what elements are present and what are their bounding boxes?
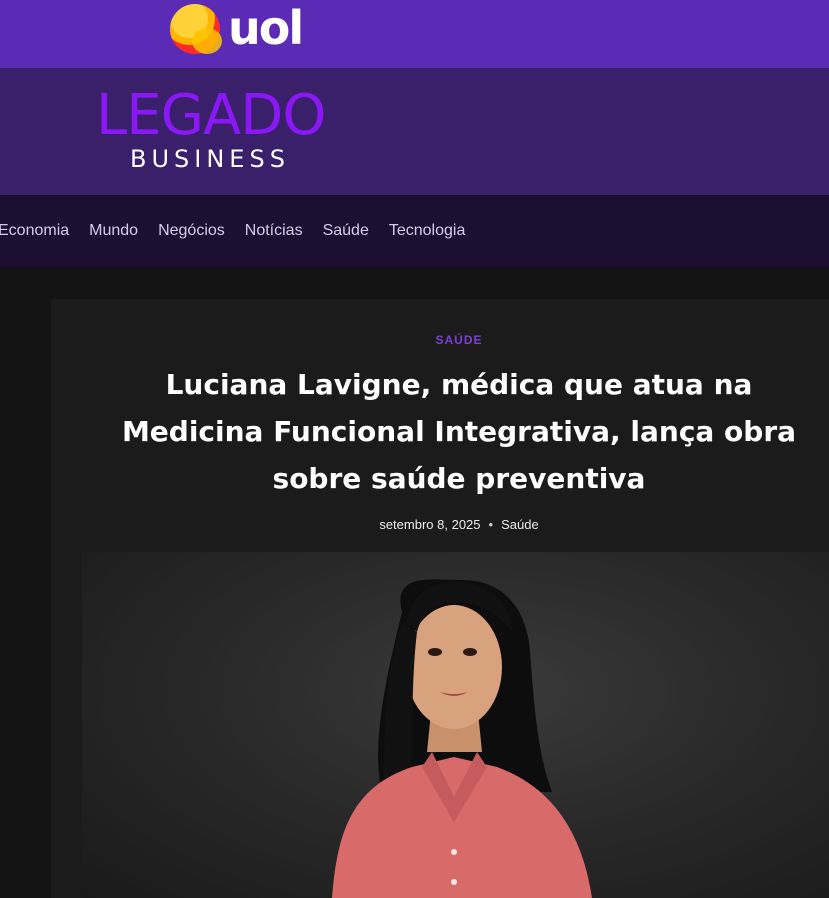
nav-item-saude[interactable]: Saúde [323, 222, 369, 240]
nav-item-noticias[interactable]: Notícias [245, 222, 303, 240]
uol-sun-icon [170, 4, 222, 54]
article-date: setembro 8, 2025 [379, 517, 481, 532]
article-title: Luciana Lavigne, médica que atua na Medi… [121, 368, 797, 495]
article-featured-image [82, 552, 829, 898]
article-meta-category[interactable]: Saúde [501, 517, 539, 532]
article-meta: setembro 8, 2025 • Saúde [51, 517, 829, 532]
portal-topbar: uol [0, 0, 829, 68]
nav-item-tecnologia[interactable]: Tecnologia [389, 222, 466, 240]
nav-list: Economia Mundo Negócios Notícias Saúde T… [0, 195, 485, 267]
site-logo-main: LEGADO [96, 83, 326, 148]
uol-logo[interactable]: uol [170, 1, 320, 58]
article-category[interactable]: SAÚDE [51, 333, 829, 347]
site-logo-sub: BUSINESS [130, 145, 290, 173]
portrait-illustration [332, 579, 592, 898]
uol-logo-text: uol [228, 1, 304, 55]
meta-separator: • [488, 517, 494, 532]
nav-item-economia[interactable]: Economia [0, 222, 69, 240]
site-logo[interactable]: LEGADO BUSINESS [96, 86, 366, 176]
nav-item-mundo[interactable]: Mundo [89, 222, 138, 240]
main-nav: Economia Mundo Negócios Notícias Saúde T… [0, 195, 829, 267]
nav-item-negocios[interactable]: Negócios [158, 222, 225, 240]
